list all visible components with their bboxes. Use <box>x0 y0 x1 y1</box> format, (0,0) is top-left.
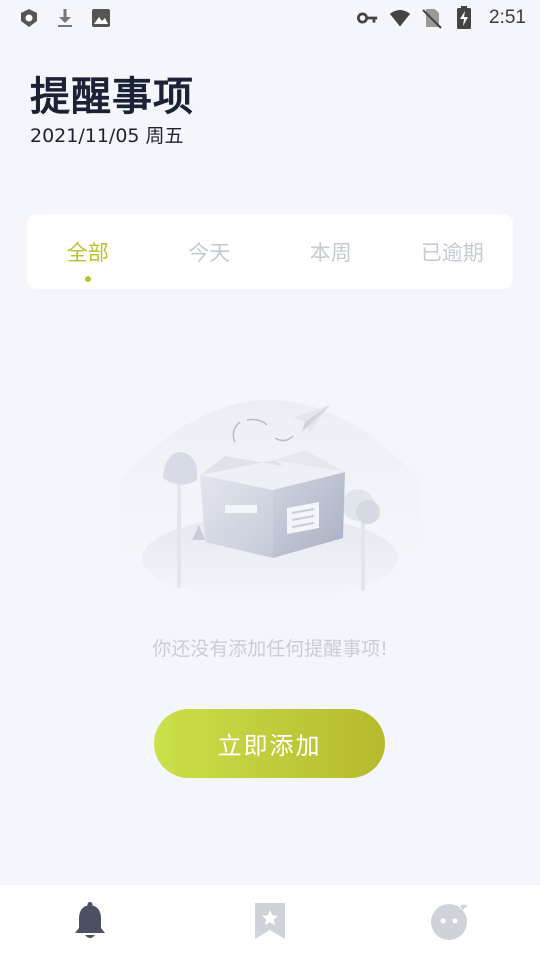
tab-today-label: 今天 <box>188 240 231 265</box>
bookmark-star-icon <box>253 901 287 945</box>
profile-face-icon <box>430 901 470 945</box>
active-tab-indicator <box>84 276 91 282</box>
empty-state-message: 你还没有添加任何提醒事项! <box>152 638 388 660</box>
filter-tab-bar: 全部 今天 本周 已逾期 <box>27 214 513 289</box>
tab-overdue[interactable]: 已逾期 <box>397 214 507 289</box>
empty-box-illustration <box>115 360 425 600</box>
no-sim-icon <box>421 7 443 29</box>
nav-reminders[interactable] <box>50 893 130 953</box>
tab-all[interactable]: 全部 <box>33 214 143 289</box>
status-bar: 2:51 <box>0 0 540 36</box>
tab-all-label: 全部 <box>66 240 109 265</box>
tab-this-week-label: 本周 <box>309 240 352 265</box>
status-bar-left <box>18 7 112 29</box>
page-title: 提醒事项 <box>30 74 194 120</box>
bell-icon <box>73 901 107 944</box>
image-icon <box>90 7 112 29</box>
nav-bookmarks[interactable] <box>230 893 310 953</box>
add-now-button[interactable]: 立即添加 <box>154 709 385 778</box>
status-time: 2:51 <box>489 7 526 28</box>
app-notification-icon <box>18 7 40 29</box>
page-date: 2021/11/05 周五 <box>30 125 184 147</box>
download-icon <box>54 7 76 29</box>
battery-charging-icon <box>453 6 475 29</box>
tab-this-week[interactable]: 本周 <box>276 214 386 289</box>
bottom-nav <box>0 885 540 960</box>
wifi-icon <box>389 7 411 29</box>
status-bar-right: 2:51 <box>357 6 526 29</box>
key-icon <box>357 7 379 29</box>
tab-today[interactable]: 今天 <box>154 214 264 289</box>
tab-overdue-label: 已逾期 <box>420 240 484 265</box>
nav-profile[interactable] <box>410 893 490 953</box>
